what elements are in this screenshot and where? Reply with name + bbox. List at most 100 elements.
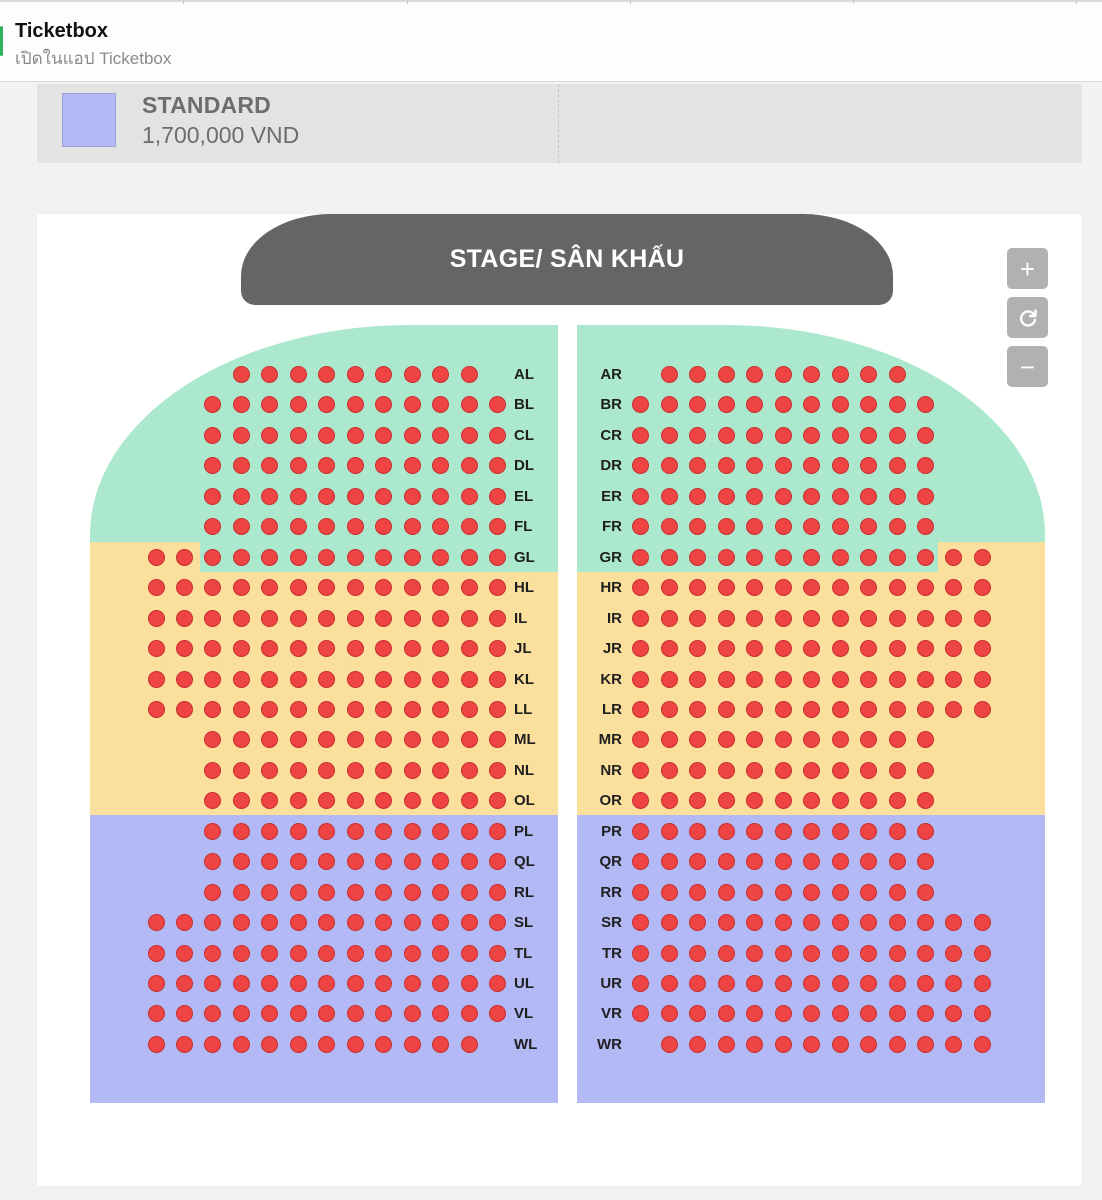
open-in-app-banner[interactable]: Ticketbox เปิดในแอป Ticketbox: [0, 0, 1102, 82]
seat-KL-8[interactable]: [346, 670, 364, 688]
seat-WL-2[interactable]: [175, 1035, 193, 1053]
seat-PR-1[interactable]: [631, 822, 649, 840]
seat-LR-9[interactable]: [859, 700, 877, 718]
seat-VL-7[interactable]: [317, 1004, 335, 1022]
seat-HL-5[interactable]: [260, 578, 278, 596]
seat-FR-8[interactable]: [831, 517, 849, 535]
seat-GR-11[interactable]: [916, 548, 934, 566]
seat-UL-5[interactable]: [260, 974, 278, 992]
seat-VR-8[interactable]: [831, 1004, 849, 1022]
seat-PR-2[interactable]: [660, 822, 678, 840]
seat-VR-10[interactable]: [888, 1004, 906, 1022]
seat-LR-6[interactable]: [774, 700, 792, 718]
seat-PL-4[interactable]: [232, 822, 250, 840]
seat-NL-11[interactable]: [431, 761, 449, 779]
seat-MR-2[interactable]: [660, 730, 678, 748]
seat-HR-8[interactable]: [831, 578, 849, 596]
seat-WL-11[interactable]: [431, 1035, 449, 1053]
seat-GR-3[interactable]: [688, 548, 706, 566]
seat-OR-4[interactable]: [717, 791, 735, 809]
seat-NL-3[interactable]: [203, 761, 221, 779]
seat-SR-7[interactable]: [802, 913, 820, 931]
seat-ER-2[interactable]: [660, 487, 678, 505]
seat-GL-10[interactable]: [403, 548, 421, 566]
seat-EL-9[interactable]: [374, 487, 392, 505]
seat-JL-8[interactable]: [346, 639, 364, 657]
seat-OL-8[interactable]: [346, 791, 364, 809]
seat-PL-8[interactable]: [346, 822, 364, 840]
seat-UL-1[interactable]: [147, 974, 165, 992]
seat-NR-1[interactable]: [631, 761, 649, 779]
seat-LL-12[interactable]: [460, 700, 478, 718]
seat-IL-9[interactable]: [374, 609, 392, 627]
seat-DR-2[interactable]: [660, 456, 678, 474]
seat-RR-7[interactable]: [802, 883, 820, 901]
seat-CL-6[interactable]: [289, 426, 307, 444]
seat-WR-3[interactable]: [688, 1035, 706, 1053]
seat-NR-8[interactable]: [831, 761, 849, 779]
seat-KR-13[interactable]: [973, 670, 991, 688]
seat-NR-11[interactable]: [916, 761, 934, 779]
seat-TL-7[interactable]: [317, 944, 335, 962]
seat-AR-9[interactable]: [859, 365, 877, 383]
seat-TL-13[interactable]: [488, 944, 506, 962]
seat-BL-6[interactable]: [289, 395, 307, 413]
seat-LR-10[interactable]: [888, 700, 906, 718]
seat-BL-5[interactable]: [260, 395, 278, 413]
seat-ML-11[interactable]: [431, 730, 449, 748]
seat-AR-8[interactable]: [831, 365, 849, 383]
seat-JR-8[interactable]: [831, 639, 849, 657]
seat-JR-7[interactable]: [802, 639, 820, 657]
seat-TR-8[interactable]: [831, 944, 849, 962]
seat-WR-9[interactable]: [859, 1035, 877, 1053]
seat-CR-6[interactable]: [774, 426, 792, 444]
seat-NL-7[interactable]: [317, 761, 335, 779]
seat-UR-9[interactable]: [859, 974, 877, 992]
seat-FL-13[interactable]: [488, 517, 506, 535]
seat-AL-4[interactable]: [232, 365, 250, 383]
seat-RR-6[interactable]: [774, 883, 792, 901]
seat-AR-3[interactable]: [688, 365, 706, 383]
seat-UR-1[interactable]: [631, 974, 649, 992]
seat-DL-4[interactable]: [232, 456, 250, 474]
seat-JR-9[interactable]: [859, 639, 877, 657]
seat-RL-8[interactable]: [346, 883, 364, 901]
seat-KR-9[interactable]: [859, 670, 877, 688]
seat-SR-4[interactable]: [717, 913, 735, 931]
seat-JR-10[interactable]: [888, 639, 906, 657]
seat-BR-5[interactable]: [745, 395, 763, 413]
seat-GR-13[interactable]: [973, 548, 991, 566]
seat-KL-11[interactable]: [431, 670, 449, 688]
seat-EL-5[interactable]: [260, 487, 278, 505]
seat-JR-5[interactable]: [745, 639, 763, 657]
seat-OR-2[interactable]: [660, 791, 678, 809]
seat-BR-3[interactable]: [688, 395, 706, 413]
seat-FR-4[interactable]: [717, 517, 735, 535]
seat-VL-9[interactable]: [374, 1004, 392, 1022]
seat-KR-1[interactable]: [631, 670, 649, 688]
seat-RL-13[interactable]: [488, 883, 506, 901]
seat-UR-3[interactable]: [688, 974, 706, 992]
seat-LR-4[interactable]: [717, 700, 735, 718]
seat-KL-10[interactable]: [403, 670, 421, 688]
seat-SR-5[interactable]: [745, 913, 763, 931]
seat-AR-6[interactable]: [774, 365, 792, 383]
seat-RR-4[interactable]: [717, 883, 735, 901]
seat-FR-7[interactable]: [802, 517, 820, 535]
seat-CL-13[interactable]: [488, 426, 506, 444]
seat-LR-2[interactable]: [660, 700, 678, 718]
seat-LR-8[interactable]: [831, 700, 849, 718]
seat-QL-7[interactable]: [317, 852, 335, 870]
seat-WR-6[interactable]: [774, 1035, 792, 1053]
seat-VL-13[interactable]: [488, 1004, 506, 1022]
seat-JR-13[interactable]: [973, 639, 991, 657]
seat-TR-9[interactable]: [859, 944, 877, 962]
seat-AL-9[interactable]: [374, 365, 392, 383]
seat-HL-6[interactable]: [289, 578, 307, 596]
seat-EL-7[interactable]: [317, 487, 335, 505]
seat-CL-7[interactable]: [317, 426, 335, 444]
seat-AL-5[interactable]: [260, 365, 278, 383]
seat-SL-9[interactable]: [374, 913, 392, 931]
seat-IR-4[interactable]: [717, 609, 735, 627]
seat-JR-11[interactable]: [916, 639, 934, 657]
